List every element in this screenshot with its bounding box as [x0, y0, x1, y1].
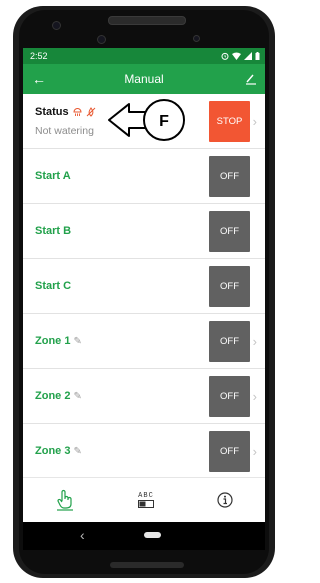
pencil-icon[interactable]: ✎ — [73, 336, 81, 347]
start-b-label: Start B — [35, 225, 72, 237]
start-c-label: Start C — [35, 280, 72, 292]
stop-button[interactable]: STOP — [209, 101, 250, 142]
zone-3-off-button[interactable]: OFF — [209, 430, 250, 472]
zone-2-title: Zone 2 ✎ — [35, 390, 82, 402]
start-b-off-button[interactable]: OFF — [209, 210, 250, 252]
abc-label: ABC — [138, 492, 154, 500]
status-bar: 2:52 — [23, 48, 265, 64]
start-a-row: Start A OFF — [23, 149, 265, 204]
signal-icon — [244, 52, 252, 60]
info-icon[interactable] — [217, 492, 233, 508]
pencil-icon[interactable]: ✎ — [73, 446, 81, 457]
front-camera — [97, 35, 106, 44]
watering-disabled-icon — [86, 107, 95, 117]
zone-1-title: Zone 1 ✎ — [35, 335, 82, 347]
status-row[interactable]: Status Not watering F STOP › — [23, 94, 265, 149]
proximity-sensor — [193, 35, 200, 42]
wifi-icon — [232, 52, 241, 60]
zone-2-row[interactable]: Zone 2 ✎ OFF › — [23, 369, 265, 424]
control-list: Status Not watering F STOP › Start A OFF… — [23, 94, 265, 479]
pencil-icon[interactable]: ✎ — [73, 391, 81, 402]
start-a-off-button[interactable]: OFF — [209, 155, 250, 197]
system-home-button[interactable] — [144, 532, 161, 538]
earpiece-speaker — [108, 16, 186, 25]
start-c-row: Start C OFF — [23, 259, 265, 314]
chevron-right-icon[interactable]: › — [253, 389, 257, 404]
status-label: Status — [35, 106, 69, 118]
battery-icon — [255, 52, 260, 60]
edit-icon[interactable] — [245, 73, 257, 85]
zone-1-label: Zone 1 — [35, 335, 71, 347]
zone-2-off-button[interactable]: OFF — [209, 375, 250, 417]
zone-3-label: Zone 3 — [35, 445, 71, 457]
status-title: Status — [35, 106, 96, 118]
back-arrow-icon[interactable]: ← — [32, 71, 46, 87]
abc-toggle-icon[interactable]: ABC — [137, 492, 154, 508]
callout-letter: F — [159, 113, 169, 130]
zone-1-off-button[interactable]: OFF — [209, 320, 250, 362]
chevron-right-icon[interactable]: › — [253, 114, 257, 129]
page-title: Manual — [124, 72, 164, 86]
status-icons — [221, 52, 260, 60]
app-bar: ← Manual — [23, 64, 265, 94]
alarm-icon — [221, 52, 229, 60]
zone-2-label: Zone 2 — [35, 390, 71, 402]
start-a-label: Start A — [35, 170, 71, 182]
callout-f-annotation: F — [108, 99, 185, 141]
watering-status-text: Not watering — [35, 125, 94, 137]
clock: 2:52 — [30, 51, 48, 61]
zone-1-row[interactable]: Zone 1 ✎ OFF › — [23, 314, 265, 369]
toggle-switch-icon — [137, 500, 154, 508]
start-b-row: Start B OFF — [23, 204, 265, 259]
system-back-icon[interactable]: ‹ — [80, 527, 85, 543]
chevron-right-icon[interactable]: › — [253, 444, 257, 459]
hand-pointer-icon[interactable] — [55, 488, 75, 512]
zone-3-row[interactable]: Zone 3 ✎ OFF › — [23, 424, 265, 479]
zone-3-title: Zone 3 ✎ — [35, 445, 82, 457]
system-navigation-bar: ‹ — [23, 522, 265, 550]
start-c-off-button[interactable]: OFF — [209, 265, 250, 307]
bottom-speaker — [110, 562, 184, 568]
chevron-right-icon[interactable]: › — [253, 334, 257, 349]
sensor-dot — [52, 21, 61, 30]
rain-sensor-icon — [73, 108, 82, 116]
screen: 2:52 ← Manual Status Not watering F STOP… — [23, 48, 265, 522]
bottom-navigation: ABC — [23, 477, 265, 522]
